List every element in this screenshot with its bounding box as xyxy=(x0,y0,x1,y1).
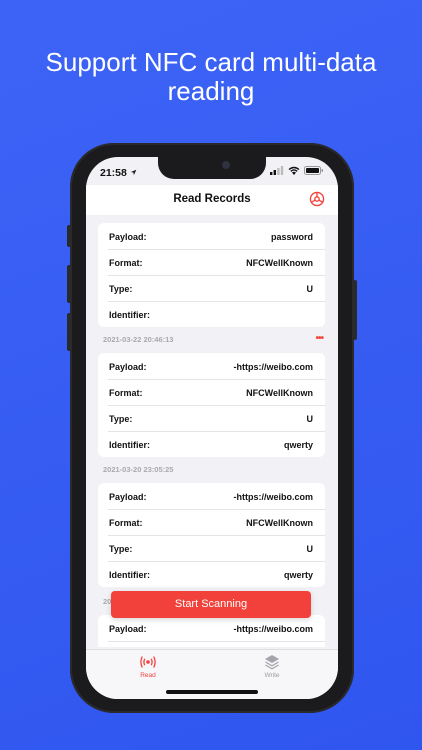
format-value: NFCWellKnown xyxy=(246,258,313,268)
identifier-value: qwerty xyxy=(283,570,313,580)
format-label: Format: xyxy=(109,518,143,528)
record-row: Identifier: qwerty xyxy=(98,561,325,587)
tab-read[interactable]: Read xyxy=(118,654,178,679)
layers-icon xyxy=(265,655,279,670)
payload-label: Payload: xyxy=(109,492,147,502)
mute-switch xyxy=(67,225,71,247)
record-row: Format: NFCWellKnown xyxy=(98,379,325,405)
type-label: Type: xyxy=(109,414,133,424)
record-row: Identifier: qwerty xyxy=(98,431,325,457)
app-screen: 21:58 Read Records Payload: password For… xyxy=(86,157,338,699)
record-row: Payload: -https://weibo.com xyxy=(98,615,325,641)
headline-line-2: reading xyxy=(167,76,255,106)
record-row: Payload: password xyxy=(98,223,325,249)
more-options-button[interactable]: ••• xyxy=(315,333,323,344)
battery-icon xyxy=(304,166,323,175)
record-card[interactable]: Payload: -https://weibo.com xyxy=(98,615,325,647)
format-value: NFCWellKnown xyxy=(246,388,313,398)
record-card[interactable]: Payload: password Format: NFCWellKnown Typ… xyxy=(98,223,325,327)
wifi-icon xyxy=(288,166,300,175)
record-date: 2021-03-20 23:05:25 xyxy=(103,465,174,474)
record-row: Type: U xyxy=(98,275,325,301)
identifier-value: qwerty xyxy=(283,440,313,450)
status-time: 21:58 xyxy=(100,167,137,179)
record-date: 2021-03-22 20:46:13 xyxy=(103,335,174,344)
record-card[interactable]: Payload: -https://weibo.com Format: NFCWel… xyxy=(98,483,325,587)
power-button xyxy=(353,280,357,340)
tab-write-label: Write xyxy=(264,672,280,679)
type-label: Type: xyxy=(109,284,133,294)
location-arrow-icon xyxy=(130,169,137,176)
format-value: NFCWellKnown xyxy=(246,518,313,528)
payload-value: -https://weibo.com xyxy=(233,362,314,372)
identifier-label: Identifier: xyxy=(109,570,151,580)
navigation-bar: Read Records xyxy=(86,185,338,215)
payload-label: Payload: xyxy=(109,362,147,372)
payload-value: password xyxy=(270,232,313,242)
notch xyxy=(158,157,266,179)
format-label: Format: xyxy=(109,258,143,268)
record-row: Format: NFCWellKnown xyxy=(98,509,325,535)
volume-up-button xyxy=(67,265,71,303)
status-icons xyxy=(270,166,324,175)
tab-read-label: Read xyxy=(140,672,156,679)
tab-write[interactable]: Write xyxy=(242,654,302,679)
identifier-label: Identifier: xyxy=(109,440,151,450)
record-row xyxy=(98,641,325,647)
payload-label: Payload: xyxy=(109,232,147,242)
payload-value: -https://weibo.com xyxy=(233,492,314,502)
record-card[interactable]: Payload: -https://weibo.com Format: NFCWel… xyxy=(98,353,325,457)
type-value: U xyxy=(306,284,314,294)
camera-icon xyxy=(222,161,230,169)
record-row: Identifier: xyxy=(98,301,325,327)
identifier-label: Identifier: xyxy=(109,310,151,320)
format-label: Format: xyxy=(109,388,143,398)
record-row: Format: NFCWellKnown xyxy=(98,249,325,275)
record-row: Type: U xyxy=(98,535,325,561)
volume-down-button xyxy=(67,313,71,351)
records-list[interactable]: Payload: password Format: NFCWellKnown Typ… xyxy=(86,215,338,647)
settings-icon[interactable] xyxy=(308,190,326,208)
payload-label: Payload: xyxy=(109,624,147,634)
payload-value: -https://weibo.com xyxy=(233,624,314,634)
start-scanning-button[interactable]: Start Scanning xyxy=(111,591,311,618)
type-value: U xyxy=(306,544,314,554)
record-row: Payload: -https://weibo.com xyxy=(98,353,325,379)
type-label: Type: xyxy=(109,544,133,554)
record-row: Type: U xyxy=(98,405,325,431)
signal-icon xyxy=(270,166,284,175)
headline-line-1: Support NFC card multi-data xyxy=(45,47,377,77)
record-row: Payload: -https://weibo.com xyxy=(98,483,325,509)
nfc-read-icon xyxy=(140,656,156,668)
page-title: Read Records xyxy=(173,193,251,205)
headline: Support NFC card multi-data reading xyxy=(0,48,422,106)
type-value: U xyxy=(306,414,314,424)
home-indicator xyxy=(166,690,258,694)
